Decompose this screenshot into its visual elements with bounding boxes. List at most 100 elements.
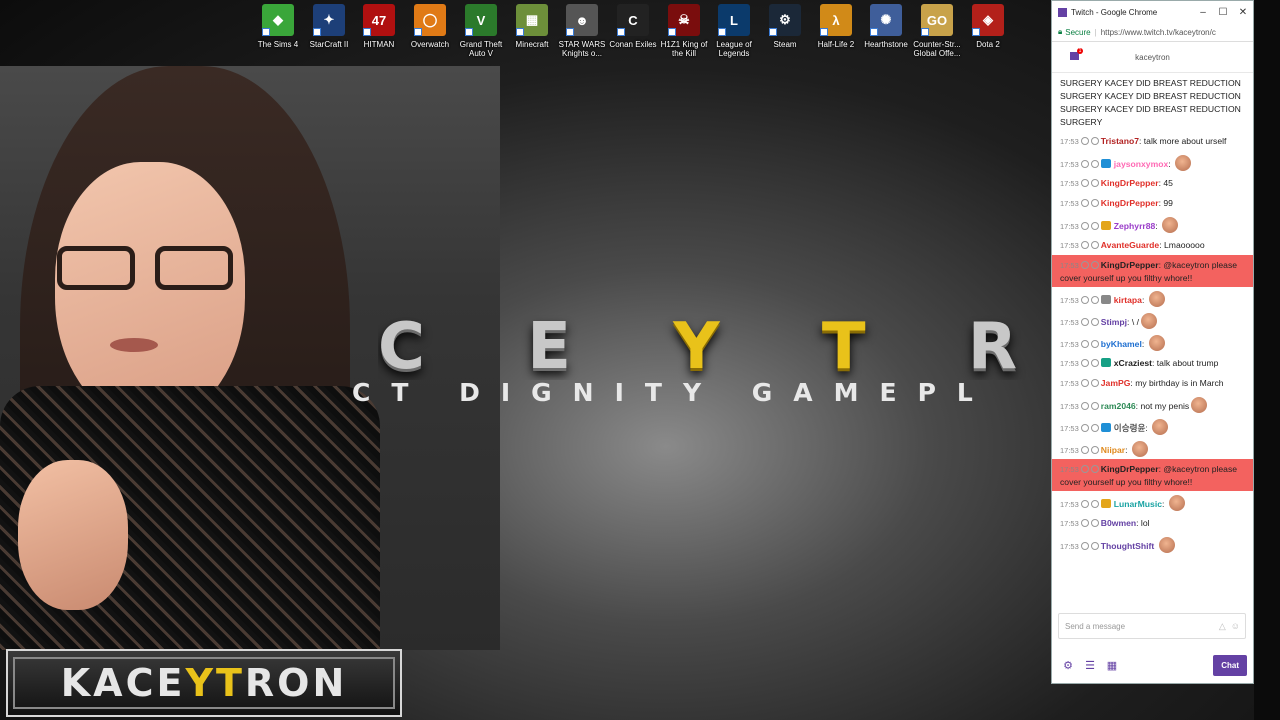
timeout-icon[interactable] [1080, 424, 1089, 432]
desktop-icon[interactable]: ⚙ Steam [759, 4, 811, 49]
ban-icon[interactable] [1090, 424, 1099, 432]
timeout-icon[interactable] [1080, 446, 1089, 454]
maximize-button[interactable]: ☐ [1213, 7, 1233, 18]
channel-name: kaceytron [1135, 52, 1170, 62]
ban-icon[interactable] [1090, 222, 1099, 230]
ban-icon[interactable] [1090, 446, 1099, 454]
desktop-icon[interactable]: 47 HITMAN [353, 4, 405, 49]
ban-icon[interactable] [1090, 402, 1099, 410]
timeout-icon[interactable] [1080, 402, 1089, 410]
chat-messages[interactable]: SURGERY KACEY DID BREAST REDUCTION SURGE… [1052, 73, 1253, 603]
chat-timestamp: 17:53 [1060, 318, 1079, 327]
gift-icon[interactable]: ▦ [1106, 659, 1118, 672]
viewer-list-icon[interactable]: ☰ [1084, 659, 1096, 672]
chat-username[interactable]: Stimpj [1101, 317, 1127, 327]
timeout-icon[interactable] [1080, 199, 1089, 207]
chat-username[interactable]: kirtapa [1114, 295, 1142, 305]
chat-username[interactable]: ram2046 [1101, 401, 1136, 411]
desktop-icon[interactable]: ◈ Dota 2 [962, 4, 1014, 49]
window-titlebar[interactable]: Twitch - Google Chrome – ☐ ✕ [1052, 1, 1253, 23]
desktop-icon[interactable]: ▦ Minecraft [506, 4, 558, 49]
ban-icon[interactable] [1090, 500, 1099, 508]
timeout-icon[interactable] [1080, 359, 1089, 367]
ban-icon[interactable] [1090, 179, 1099, 187]
ban-icon[interactable] [1090, 542, 1099, 550]
chat-username[interactable]: xCraziest [1114, 358, 1152, 368]
ban-icon[interactable] [1090, 318, 1099, 326]
emote-picker-icon[interactable]: ☺ [1231, 621, 1240, 631]
chat-username[interactable]: KingDrPepper [1101, 464, 1159, 474]
chat-separator: : [1162, 499, 1165, 509]
timeout-icon[interactable] [1080, 465, 1089, 473]
ban-icon[interactable] [1090, 340, 1099, 348]
chat-username[interactable]: JamPG [1101, 378, 1131, 388]
timeout-icon[interactable] [1080, 160, 1089, 168]
ban-icon[interactable] [1090, 160, 1099, 168]
bits-small-icon[interactable]: △ [1219, 621, 1226, 632]
timeout-icon[interactable] [1080, 379, 1089, 387]
chat-username[interactable]: byKhamel [1101, 339, 1142, 349]
timeout-icon[interactable] [1080, 519, 1089, 527]
badge-icon [1100, 423, 1111, 432]
ban-icon[interactable] [1090, 137, 1099, 145]
desktop-icon[interactable]: ☠ H1Z1 King of the Kill [658, 4, 710, 58]
timeout-icon[interactable] [1080, 137, 1089, 145]
timeout-icon[interactable] [1080, 179, 1089, 187]
address-bar[interactable]: 🔒︎ Secure | https://www.twitch.tv/kaceyt… [1052, 23, 1253, 42]
chat-username[interactable]: 이승령윤 [1114, 423, 1146, 433]
app-icon: λ [820, 4, 852, 36]
chat-username[interactable]: ThoughtShift [1101, 541, 1154, 551]
chat-username[interactable]: KingDrPepper [1101, 260, 1159, 270]
desktop-icon[interactable]: V Grand Theft Auto V [455, 4, 507, 58]
desktop-icon[interactable]: L League of Legends [708, 4, 760, 58]
timeout-icon[interactable] [1080, 542, 1089, 550]
desktop-icon[interactable]: ✦ StarCraft II [303, 4, 355, 49]
timeout-icon[interactable] [1080, 296, 1089, 304]
app-icon: ✦ [313, 4, 345, 36]
timeout-icon[interactable] [1080, 500, 1089, 508]
ban-icon[interactable] [1090, 465, 1099, 473]
app-icon: ☠ [668, 4, 700, 36]
minimize-button[interactable]: – [1193, 7, 1213, 18]
desktop-icon[interactable]: ✺ Hearthstone [860, 4, 912, 49]
timeout-icon[interactable] [1080, 340, 1089, 348]
ban-icon[interactable] [1090, 379, 1099, 387]
chat-username[interactable]: B0wmen [1101, 518, 1136, 528]
chat-username[interactable]: Tristano7 [1101, 136, 1139, 146]
chat-username[interactable]: LunarMusic [1114, 499, 1162, 509]
close-button[interactable]: ✕ [1233, 7, 1253, 18]
chat-username[interactable]: KingDrPepper [1101, 198, 1159, 208]
ban-icon[interactable] [1090, 296, 1099, 304]
timeout-icon[interactable] [1080, 261, 1089, 269]
desktop-icon[interactable]: GO Counter-Str... Global Offe... [911, 4, 963, 58]
chat-send-button[interactable]: Chat [1213, 654, 1247, 676]
desktop-icon[interactable]: C Conan Exiles [607, 4, 659, 49]
desktop-icon[interactable]: ◆ The Sims 4 [252, 4, 304, 49]
badge-icon [1100, 295, 1111, 304]
desktop-icon[interactable]: ☻ STAR WARS Knights o... [556, 4, 608, 58]
desktop-icon[interactable]: ◯ Overwatch [404, 4, 456, 49]
ban-icon[interactable] [1090, 199, 1099, 207]
chat-input[interactable]: Send a message △ ☺ [1058, 613, 1246, 639]
chat-username[interactable]: AvanteGuarde [1101, 240, 1159, 250]
chat-timestamp: 17:53 [1060, 199, 1079, 208]
desktop-icon[interactable]: λ Half-Life 2 [810, 4, 862, 49]
chat-username[interactable]: KingDrPepper [1101, 178, 1159, 188]
settings-icon[interactable]: ⚙ [1062, 659, 1074, 672]
desktop-icon-label: Grand Theft Auto V [459, 40, 503, 58]
chat-text: 45 [1163, 178, 1173, 188]
ban-icon[interactable] [1090, 241, 1099, 249]
glasses [55, 246, 245, 294]
chat-username[interactable]: Niipar [1101, 445, 1125, 455]
timeout-icon[interactable] [1080, 241, 1089, 249]
timeout-icon[interactable] [1080, 222, 1089, 230]
ban-icon[interactable] [1090, 519, 1099, 527]
timeout-icon[interactable] [1080, 318, 1089, 326]
chat-username[interactable]: Zephyrr88 [1114, 221, 1156, 231]
chat-separator: : [1127, 317, 1130, 327]
ban-icon[interactable] [1090, 261, 1099, 269]
desktop-icon-label: The Sims 4 [257, 40, 299, 49]
ban-icon[interactable] [1090, 359, 1099, 367]
chat-text: \ / [1131, 317, 1139, 327]
chat-username[interactable]: jaysonxymox [1114, 159, 1168, 169]
